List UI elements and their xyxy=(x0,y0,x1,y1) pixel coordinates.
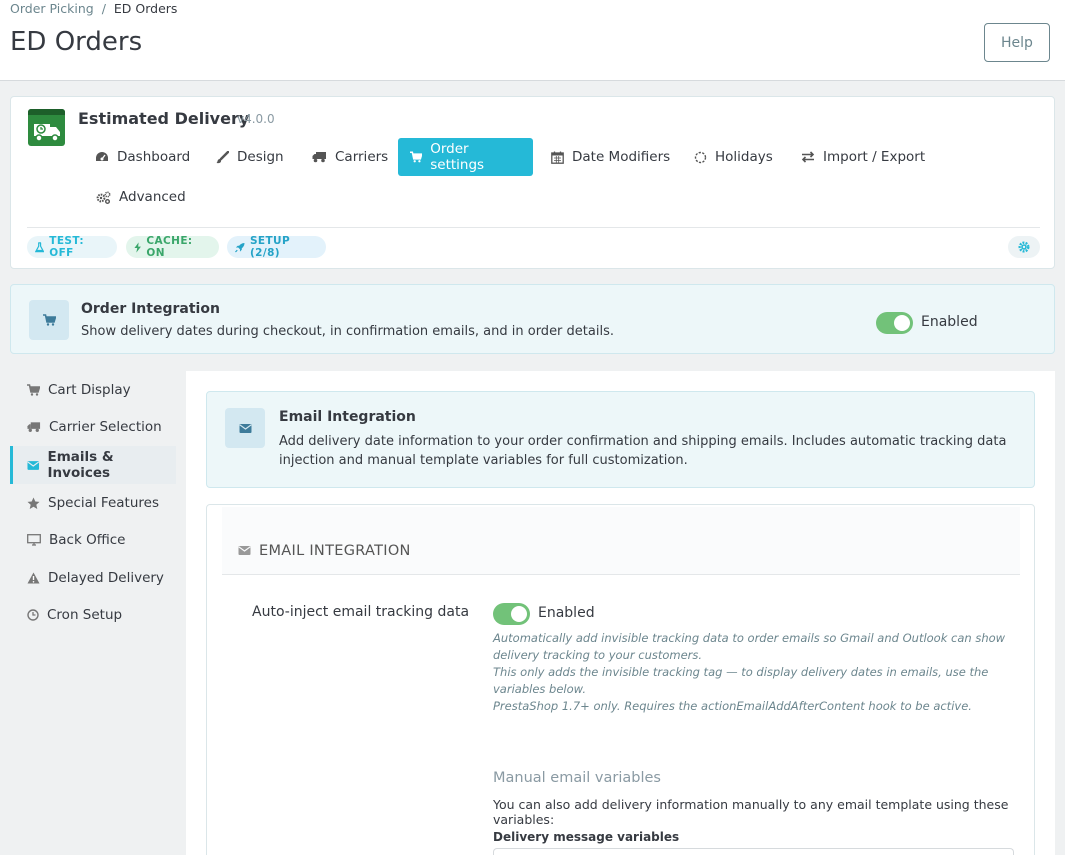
order-integration-description: Show delivery dates during checkout, in … xyxy=(81,324,614,339)
breadcrumb-current: ED Orders xyxy=(113,1,178,16)
order-integration-title: Order Integration xyxy=(81,301,220,317)
order-integration-panel: Order Integration Show delivery dates du… xyxy=(10,284,1055,354)
breadcrumb-parent[interactable]: Order Picking xyxy=(10,1,94,16)
delivery-variables-label: Delivery message variables xyxy=(493,830,680,844)
brush-icon xyxy=(216,150,229,163)
auto-inject-label: Auto-inject email tracking data xyxy=(252,604,470,620)
tab-holidays[interactable]: Holidays xyxy=(682,138,785,176)
star-icon xyxy=(27,497,40,509)
exchange-icon xyxy=(801,151,815,163)
tab-import-export[interactable]: Import / Export xyxy=(789,138,937,176)
tab-dashboard[interactable]: Dashboard xyxy=(83,138,202,176)
auto-inject-help: Automatically add invisible tracking dat… xyxy=(493,630,1018,715)
sidebar-item-cron-setup[interactable]: Cron Setup xyxy=(10,596,176,634)
test-mode-label: TEST: OFF xyxy=(49,235,84,259)
tab-label: Design xyxy=(237,149,284,165)
email-integration-form: EMAIL INTEGRATION Auto-inject email trac… xyxy=(206,504,1035,855)
gear-icon xyxy=(1018,241,1030,253)
form-heading-label: EMAIL INTEGRATION xyxy=(259,542,411,559)
sidebar-item-special-features[interactable]: Special Features xyxy=(10,484,176,522)
envelope-icon xyxy=(27,460,40,470)
tab-order-settings[interactable]: Order settings xyxy=(398,138,533,176)
tab-carriers[interactable]: Carriers xyxy=(300,138,400,176)
warning-icon xyxy=(27,572,40,584)
tab-label: Dashboard xyxy=(117,149,191,165)
breadcrumb-separator: / xyxy=(101,1,106,16)
envelope-icon xyxy=(238,546,251,555)
tab-date-modifiers[interactable]: Date Modifiers xyxy=(539,138,682,176)
rocket-icon xyxy=(235,242,245,252)
cart-icon xyxy=(42,314,56,326)
cache-badge[interactable]: CACHE: ON xyxy=(126,235,219,259)
email-integration-icon-box xyxy=(225,408,265,448)
manual-variables-description: You can also add delivery information ma… xyxy=(493,797,1009,827)
sidebar-item-carrier-selection[interactable]: Carrier Selection xyxy=(10,408,176,446)
test-mode-badge[interactable]: TEST: OFF xyxy=(27,235,117,259)
sidebar-item-label: Cart Display xyxy=(48,382,131,398)
help-line: Automatically add invisible tracking dat… xyxy=(493,631,1006,662)
auto-inject-status: Enabled xyxy=(538,605,595,621)
sidebar-item-cart-display[interactable]: Cart Display xyxy=(10,371,176,409)
tab-advanced[interactable]: Advanced xyxy=(84,178,198,216)
setup-badge[interactable]: SETUP (2/8) xyxy=(227,235,326,259)
tab-design[interactable]: Design xyxy=(204,138,296,176)
page-title: ED Orders xyxy=(10,27,143,57)
flask-icon xyxy=(35,241,45,252)
email-integration-title: Email Integration xyxy=(279,409,416,425)
tab-label: Import / Export xyxy=(823,149,926,165)
tab-label: Advanced xyxy=(119,189,186,205)
manual-variables-title: Manual email variables xyxy=(493,770,661,786)
help-button[interactable]: Help xyxy=(984,23,1050,62)
truck-icon xyxy=(312,152,326,163)
spinner-icon xyxy=(694,151,707,163)
main-panel: Email Integration Add delivery date info… xyxy=(186,371,1055,855)
setup-label: SETUP (2/8) xyxy=(249,235,291,259)
module-logo-icon xyxy=(28,109,65,146)
module-card: Estimated Delivery v4.0.0 Dashboard Desi… xyxy=(10,96,1055,269)
sidebar-item-label: Cron Setup xyxy=(47,607,123,623)
tab-label: Date Modifiers xyxy=(572,149,671,165)
sidebar-item-label: Back Office xyxy=(49,532,126,548)
settings-button[interactable] xyxy=(1008,236,1040,258)
sidebar-item-label: Delayed Delivery xyxy=(48,570,164,586)
cache-label: CACHE: ON xyxy=(146,235,193,259)
sidebar-item-label: Special Features xyxy=(48,495,159,511)
page-header: Order Picking / ED Orders ED Orders Help xyxy=(0,0,1065,81)
tab-label: Holidays xyxy=(715,149,773,165)
delivery-variables-box[interactable] xyxy=(493,848,1014,855)
order-integration-icon-box xyxy=(29,300,69,340)
email-integration-info: Email Integration Add delivery date info… xyxy=(206,391,1035,488)
form-heading: EMAIL INTEGRATION xyxy=(222,507,1020,575)
desktop-icon xyxy=(27,534,41,546)
email-integration-description: Add delivery date information to your or… xyxy=(279,434,1007,468)
cart-icon xyxy=(410,151,423,163)
bolt-icon xyxy=(134,241,141,253)
help-line: PrestaShop 1.7+ only. Requires the actio… xyxy=(493,699,972,713)
tab-label: Carriers xyxy=(335,149,389,165)
breadcrumb: Order Picking / ED Orders xyxy=(10,1,177,16)
help-line: This only adds the invisible tracking ta… xyxy=(493,665,989,696)
module-title: Estimated Delivery xyxy=(78,109,250,128)
order-integration-status: Enabled xyxy=(921,314,978,330)
cart-icon xyxy=(27,384,40,396)
calendar-icon xyxy=(551,151,564,164)
dashboard-icon xyxy=(96,152,108,161)
tab-label: Order settings xyxy=(430,141,485,173)
cogs-icon xyxy=(96,191,111,204)
divider xyxy=(27,227,1040,228)
envelope-icon xyxy=(238,423,252,433)
sidebar-item-emails-invoices[interactable]: Emails & Invoices xyxy=(10,446,176,484)
module-version: v4.0.0 xyxy=(237,112,275,126)
clock-icon xyxy=(27,609,39,621)
truck-icon xyxy=(27,422,41,432)
auto-inject-toggle[interactable] xyxy=(493,603,530,625)
sidebar-item-label: Emails & Invoices xyxy=(47,449,114,481)
sidebar-item-back-office[interactable]: Back Office xyxy=(10,521,176,559)
sidebar-item-label: Carrier Selection xyxy=(49,419,162,435)
sidebar-item-delayed-delivery[interactable]: Delayed Delivery xyxy=(10,559,176,597)
order-integration-toggle[interactable] xyxy=(876,312,913,334)
